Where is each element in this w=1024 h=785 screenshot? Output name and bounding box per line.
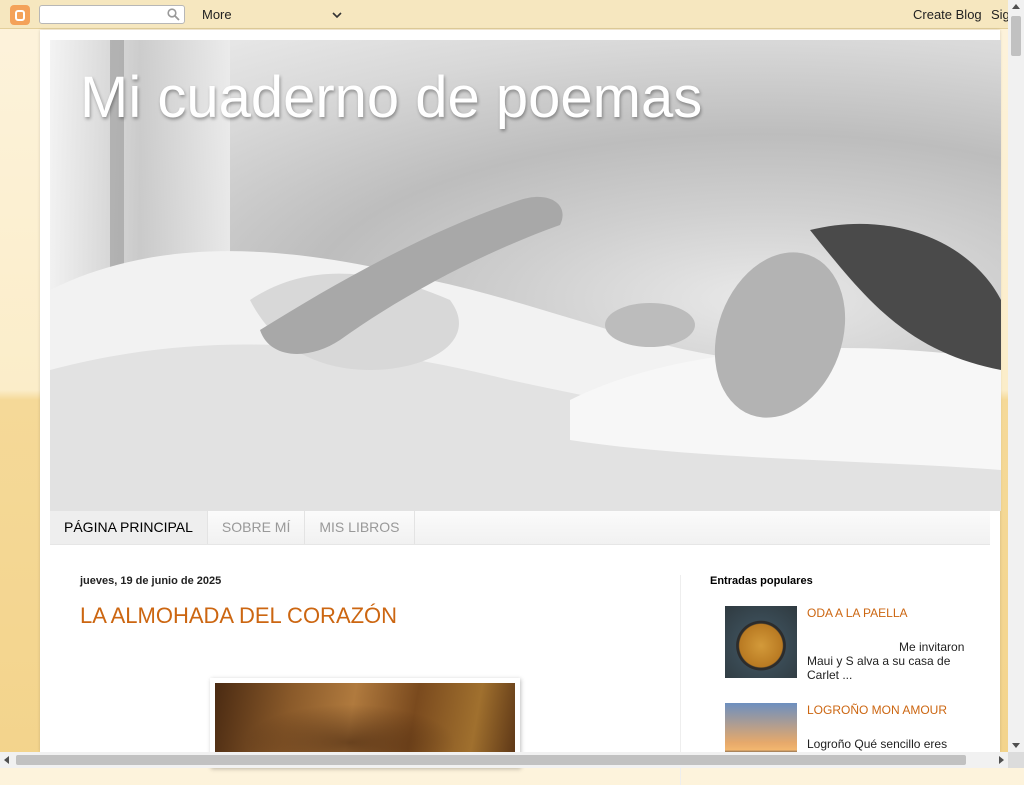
blog-title[interactable]: Mi cuaderno de poemas: [80, 64, 702, 131]
sign-in-link[interactable]: Sig: [991, 7, 1010, 22]
scrollbar-corner: [1008, 752, 1024, 768]
popular-posts-heading: Entradas populares: [710, 575, 813, 587]
post-title[interactable]: LA ALMOHADA DEL CORAZÓN: [80, 603, 397, 629]
popular-post-thumbnail[interactable]: [725, 606, 797, 678]
tab-mis-libros[interactable]: MIS LIBROS: [305, 511, 415, 544]
blogger-logo-icon[interactable]: [10, 5, 30, 25]
popular-post-item: LOGROÑO MON AMOUR Logroño Qué sencillo e…: [725, 703, 965, 752]
search-input[interactable]: [39, 5, 185, 24]
blogger-navbar: More Create Blog Sig: [0, 0, 1024, 29]
create-blog-link[interactable]: Create Blog: [913, 7, 982, 22]
tab-sobre-mi[interactable]: SOBRE MÍ: [208, 511, 306, 544]
tab-pagina-principal[interactable]: PÁGINA PRINCIPAL: [50, 511, 208, 544]
header-image: Mi cuaderno de poemas: [50, 40, 1001, 511]
vertical-scroll-thumb[interactable]: [1011, 16, 1021, 56]
scroll-down-arrow-icon[interactable]: [1012, 743, 1020, 748]
scroll-left-arrow-icon[interactable]: [4, 756, 9, 764]
horizontal-scrollbar[interactable]: [0, 752, 1008, 768]
popular-post-snippet: Logroño Qué sencillo eres Qué ... Qué: [807, 737, 948, 752]
scroll-up-arrow-icon[interactable]: [1012, 4, 1020, 9]
more-dropdown[interactable]: More: [202, 7, 342, 22]
scroll-right-arrow-icon[interactable]: [999, 756, 1004, 764]
horizontal-scroll-thumb[interactable]: [16, 755, 966, 765]
post-date: jueves, 19 de junio de 2025: [80, 575, 222, 587]
page-tabs: PÁGINA PRINCIPAL SOBRE MÍ MIS LIBROS: [50, 511, 990, 545]
popular-post-title[interactable]: ODA A LA PAELLA: [807, 606, 908, 620]
popular-post-snippet: Me invitaron Maui y S alva a su casa de …: [807, 640, 965, 682]
popular-post-item: ODA A LA PAELLA Me invitaron Maui y S al…: [725, 606, 965, 686]
vertical-scrollbar[interactable]: [1008, 0, 1024, 752]
popular-post-thumbnail[interactable]: [725, 703, 797, 752]
popular-post-title[interactable]: LOGROÑO MON AMOUR: [807, 703, 947, 717]
search-icon[interactable]: [167, 8, 180, 21]
more-label: More: [202, 7, 232, 22]
chevron-down-icon: [332, 11, 342, 18]
content-outer: Mi cuaderno de poemas PÁGINA PRINCIPAL S…: [40, 30, 1001, 785]
